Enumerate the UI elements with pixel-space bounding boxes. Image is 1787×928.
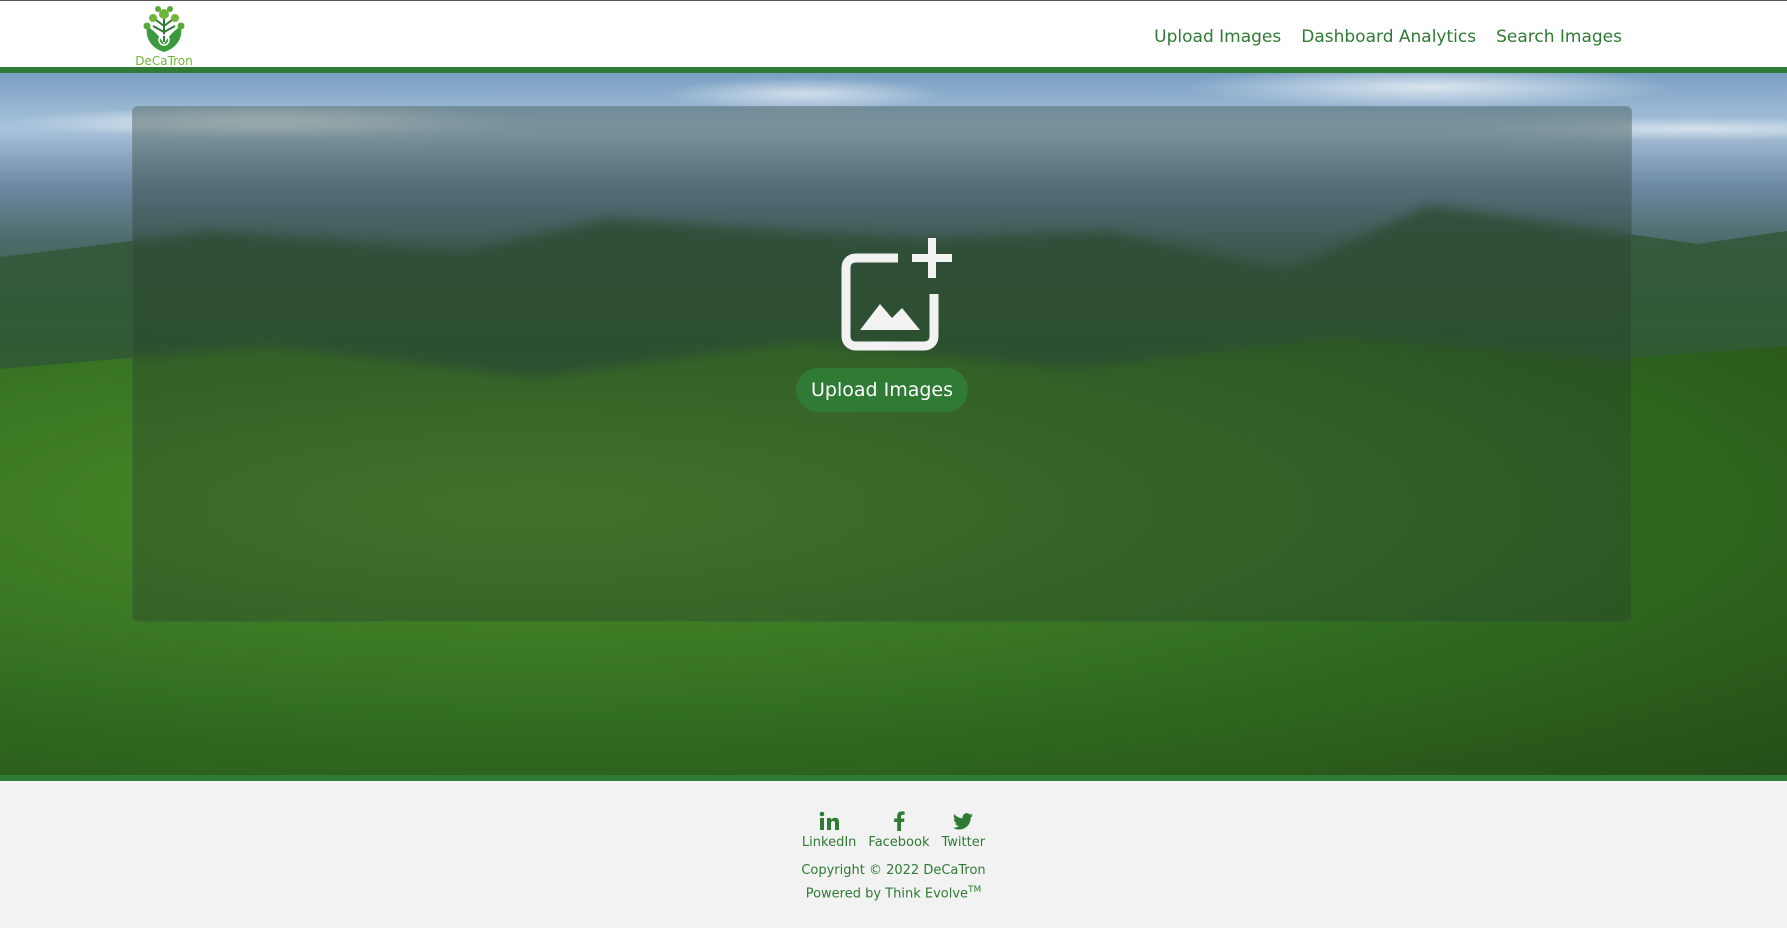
twitter-icon	[953, 813, 974, 830]
add-image-icon[interactable]	[836, 234, 956, 354]
logo-text: DeCaTron	[135, 54, 193, 68]
upload-images-button[interactable]: Upload Images	[796, 368, 968, 412]
site-header: DeCaTron Upload Images Dashboard Analyti…	[0, 0, 1787, 73]
decatron-logo[interactable]: DeCaTron	[133, 4, 195, 68]
linkedin-icon	[819, 811, 840, 830]
social-label: LinkedIn	[801, 835, 857, 850]
social-links: LinkedIn Facebook Twitter	[0, 809, 1787, 850]
logo-tree-icon	[143, 6, 185, 52]
hero-background: Upload Images	[0, 73, 1787, 775]
social-twitter[interactable]: Twitter	[941, 809, 986, 850]
site-footer: LinkedIn Facebook Twitter Copyright © 20…	[0, 781, 1787, 928]
powered-by-text: Powered by Think EvolveTM	[0, 885, 1787, 901]
social-label: Facebook	[868, 835, 930, 850]
nav-dashboard-analytics[interactable]: Dashboard Analytics	[1301, 27, 1476, 47]
social-label: Twitter	[941, 835, 986, 850]
upload-panel[interactable]: Upload Images	[132, 106, 1632, 622]
trademark-mark: TM	[968, 885, 982, 895]
facebook-icon	[894, 811, 905, 831]
powered-by-label: Powered by Think Evolve	[805, 886, 969, 902]
social-linkedin[interactable]: LinkedIn	[802, 809, 856, 850]
copyright-text: Copyright © 2022 DeCaTron	[801, 863, 986, 878]
nav-upload-images[interactable]: Upload Images	[1154, 27, 1281, 47]
social-facebook[interactable]: Facebook	[868, 809, 930, 850]
main-nav: Upload Images Dashboard Analytics Search…	[1154, 27, 1622, 47]
nav-search-images[interactable]: Search Images	[1496, 27, 1622, 47]
